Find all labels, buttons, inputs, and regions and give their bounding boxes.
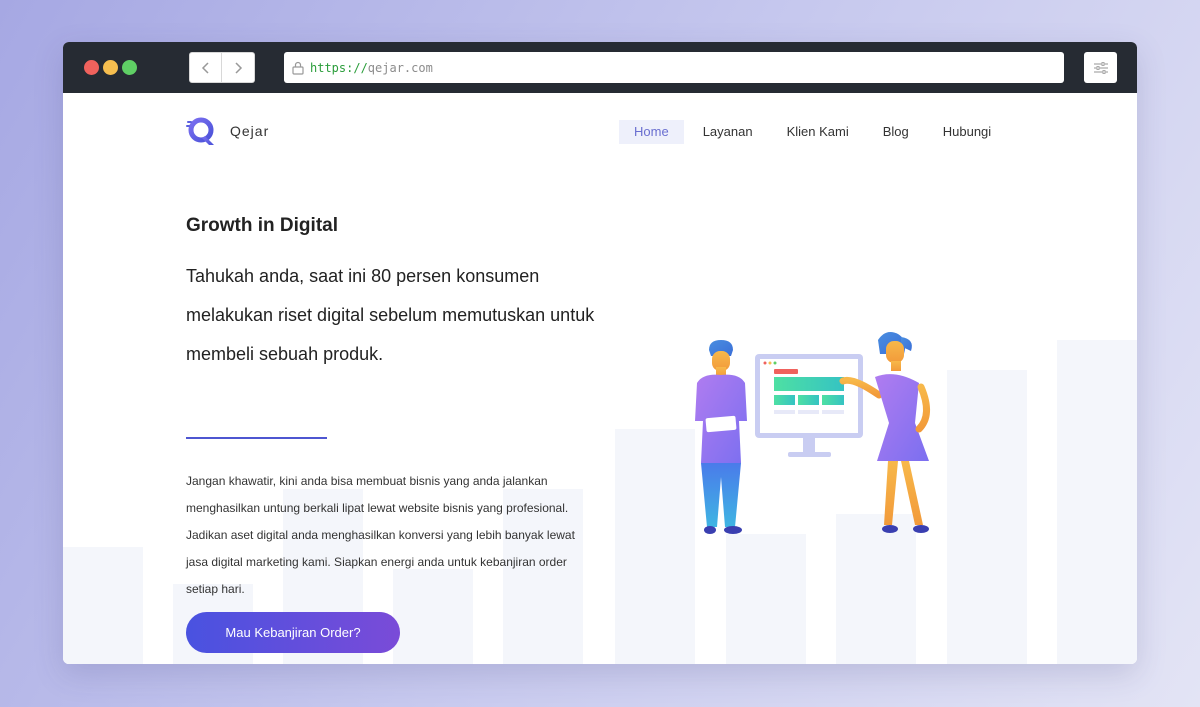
background-bar [63, 547, 143, 664]
monitor-graphic [755, 354, 863, 457]
man-figure [695, 340, 747, 534]
nav-item-layanan[interactable]: Layanan [688, 120, 768, 144]
nav-item-hubungi[interactable]: Hubungi [928, 120, 1006, 144]
chevron-right-icon [235, 61, 243, 74]
hero-illustration [695, 332, 930, 534]
hero-body-paragraph: Jangan khawatir, kini anda bisa membuat … [186, 474, 569, 515]
web-page: Qejar Home Layanan Klien Kami Blog Hubun… [63, 93, 1137, 664]
url-host: qejar.com [367, 60, 433, 75]
lock-icon [292, 61, 304, 75]
chevron-left-icon [201, 61, 209, 74]
close-window-button[interactable] [84, 60, 99, 75]
address-bar[interactable]: https:// qejar.com [284, 52, 1064, 83]
browser-window: https:// qejar.com Qejar Home Layanan Kl… [63, 42, 1137, 664]
background-bar [1057, 340, 1137, 664]
nav-item-home[interactable]: Home [619, 120, 684, 144]
minimize-window-button[interactable] [103, 60, 118, 75]
hero-lead: Tahukah anda, saat ini 80 persen konsume… [186, 266, 595, 364]
cta-button[interactable]: Mau Kebanjiran Order? [186, 612, 400, 653]
site-logo[interactable]: Qejar [185, 115, 269, 147]
hero-body-paragraph: Jadikan aset digital anda menghasilkan k… [186, 528, 575, 596]
settings-button[interactable] [1084, 52, 1117, 83]
background-bar [947, 370, 1027, 664]
nav-item-blog[interactable]: Blog [868, 120, 924, 144]
nav-item-klien-kami[interactable]: Klien Kami [772, 120, 864, 144]
maximize-window-button[interactable] [122, 60, 137, 75]
logo-text: Qejar [230, 123, 270, 139]
hero-body: Jangan khawatir, kini anda bisa membuat … [186, 468, 586, 603]
main-navigation: Home Layanan Klien Kami Blog Hubungi [619, 120, 1010, 144]
qejar-logo-icon [186, 117, 214, 145]
sliders-icon [1093, 61, 1108, 74]
browser-toolbar: https:// qejar.com [63, 42, 1137, 93]
url-scheme: https:// [310, 60, 368, 75]
forward-button[interactable] [222, 52, 255, 83]
hero-title: Growth in Digital [186, 215, 338, 236]
back-button[interactable] [189, 52, 222, 83]
section-divider [186, 437, 327, 439]
